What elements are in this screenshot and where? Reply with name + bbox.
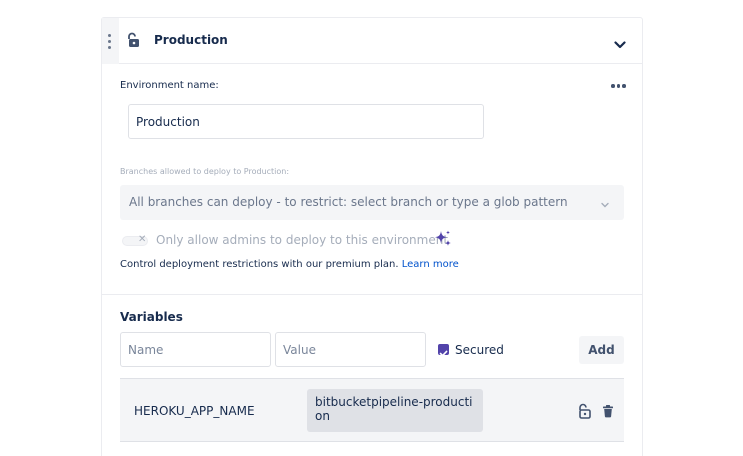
premium-promo: Control deployment restrictions with our…	[120, 259, 459, 270]
admins-only-toggle[interactable]: ✕	[122, 234, 148, 246]
toggle-off-icon: ✕	[138, 234, 147, 245]
secured-label: Secured	[455, 343, 504, 357]
section-divider	[102, 294, 642, 295]
secured-checkbox[interactable]	[438, 344, 449, 357]
learn-more-link[interactable]: Learn more	[402, 259, 459, 270]
environment-title: Production	[154, 33, 228, 47]
premium-promo-text: Control deployment restrictions with our…	[120, 259, 399, 270]
variable-row-name: HEROKU_APP_NAME	[134, 404, 255, 418]
variables-title: Variables	[120, 310, 183, 324]
drag-handle-icon[interactable]	[108, 34, 112, 52]
branch-restriction-select[interactable]: All branches can deploy - to restrict: s…	[120, 185, 624, 220]
add-variable-button[interactable]: Add	[579, 336, 624, 364]
trash-icon[interactable]	[602, 403, 614, 422]
chevron-down-icon	[600, 198, 610, 212]
check-icon	[439, 350, 448, 357]
unlock-icon[interactable]	[577, 403, 591, 423]
branches-label: Branches allowed to deploy to Production…	[120, 167, 290, 176]
variable-row-value[interactable]: bitbucketpipeline-production	[307, 389, 483, 432]
variable-name-input[interactable]	[120, 332, 271, 367]
environment-name-input[interactable]	[128, 104, 484, 139]
branch-restriction-placeholder: All branches can deploy - to restrict: s…	[129, 195, 568, 209]
more-icon[interactable]	[611, 84, 626, 88]
variable-row: HEROKU_APP_NAME bitbucketpipeline-produc…	[120, 378, 624, 442]
environment-panel: Production Environment name: Branches al…	[101, 17, 643, 456]
variable-value-input[interactable]	[275, 332, 426, 367]
environment-name-label: Environment name:	[120, 80, 219, 91]
admins-only-label: Only allow admins to deploy to this envi…	[156, 233, 449, 247]
unlock-icon	[126, 32, 140, 52]
drag-handle[interactable]	[102, 18, 119, 64]
environment-header[interactable]: Production	[102, 18, 642, 64]
collapse-chevron-icon[interactable]	[614, 35, 626, 54]
sparkle-icon	[433, 229, 453, 253]
